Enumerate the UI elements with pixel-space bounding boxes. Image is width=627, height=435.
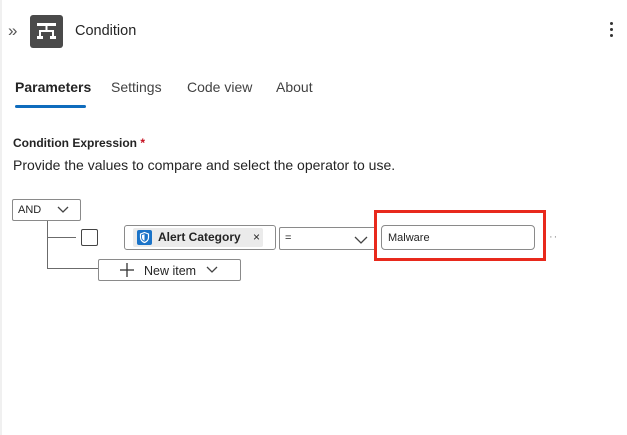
panel-title: Condition <box>75 23 137 39</box>
chevron-down-icon <box>57 206 69 213</box>
row-options-icon[interactable]: ·· <box>549 231 558 243</box>
group-operator-value: AND <box>18 204 42 216</box>
operator-value: = <box>285 232 292 244</box>
tree-connector <box>47 221 48 269</box>
tree-connector <box>47 237 76 238</box>
right-operand-input[interactable] <box>381 225 535 250</box>
group-operator-dropdown[interactable]: AND <box>12 199 81 221</box>
more-options-icon[interactable] <box>604 22 618 42</box>
tab-parameters[interactable]: Parameters <box>15 79 91 95</box>
new-item-label: New item <box>144 264 197 278</box>
required-marker: * <box>140 136 146 150</box>
panel-left-border <box>0 0 2 435</box>
operator-dropdown[interactable]: = <box>279 227 377 250</box>
new-item-button[interactable]: New item <box>98 259 241 281</box>
expand-panel-icon[interactable]: » <box>8 20 24 42</box>
token-label: Alert Category <box>158 230 241 244</box>
condition-expression-label-text: Condition Expression <box>13 136 138 150</box>
tab-about[interactable]: About <box>276 79 313 95</box>
tab-code-view[interactable]: Code view <box>187 79 252 95</box>
tree-connector <box>47 268 98 269</box>
defender-shield-icon <box>137 230 152 245</box>
left-operand-field[interactable]: Alert Category × <box>124 225 276 250</box>
chevron-down-icon <box>354 236 368 244</box>
plus-icon <box>120 263 134 277</box>
tab-settings[interactable]: Settings <box>111 79 162 95</box>
condition-action-icon <box>30 15 63 48</box>
condition-expression-label: Condition Expression * <box>13 136 145 150</box>
chevron-down-icon <box>206 266 218 273</box>
dynamic-content-token[interactable]: Alert Category × <box>133 228 263 247</box>
condition-description: Provide the values to compare and select… <box>13 157 396 173</box>
active-tab-indicator <box>15 105 86 108</box>
remove-token-icon[interactable]: × <box>253 230 260 244</box>
row-select-checkbox[interactable] <box>81 229 98 246</box>
